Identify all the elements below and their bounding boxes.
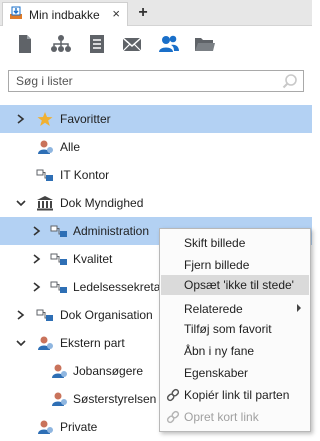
person-icon (50, 391, 68, 407)
person-icon (36, 419, 54, 435)
menu-item-egenskaber[interactable]: Egenskaber (161, 363, 309, 383)
collapse-chevron-icon[interactable] (14, 329, 28, 357)
menu-item-kopier-link[interactable]: Kopiér link til parten (161, 385, 309, 405)
tree-item-alle[interactable]: Alle (0, 133, 312, 161)
building-icon (36, 195, 54, 211)
person-icon (36, 139, 54, 155)
tree-item-label: Jobansøgere (73, 364, 144, 378)
tree-item-favoritter[interactable]: Favoritter (0, 105, 312, 133)
tab-min-indbakke[interactable]: Min indbakke × (2, 2, 128, 26)
unit-icon (36, 167, 54, 183)
tree-item-label: Kvalitet (73, 252, 113, 266)
menu-item-label: Åbn i ny fane (184, 344, 255, 358)
tree-item-label: Administration (73, 224, 150, 238)
document-icon[interactable] (16, 34, 36, 56)
star-icon (36, 111, 54, 127)
mail-icon[interactable] (122, 34, 142, 56)
tree-item-label: Private (60, 420, 98, 434)
menu-item-relaterede[interactable]: Relaterede (161, 299, 309, 319)
menu-item-label: Opret kort link (184, 410, 259, 424)
menu-item-label: Kopiér link til parten (184, 388, 290, 402)
tree-item-it-kontor[interactable]: IT Kontor (0, 161, 312, 189)
submenu-arrow-icon (297, 304, 301, 312)
person-icon (36, 335, 54, 351)
tree-item-label: Alle (60, 140, 81, 154)
folder-icon[interactable] (194, 34, 215, 56)
search-icon[interactable] (282, 73, 298, 92)
menu-item-tilfoj-som-favorit[interactable]: Tilføj som favorit (161, 319, 309, 339)
person-icon (50, 363, 68, 379)
tree-item-label: Dok Myndighed (60, 196, 144, 210)
menu-item-opsaet-ikke-til-stede[interactable]: Opsæt 'ikke til stede' (161, 275, 309, 295)
tree-item-label: Ekstern part (60, 336, 125, 350)
collapse-chevron-icon[interactable] (14, 189, 28, 217)
menu-item-skift-billede[interactable]: Skift billede (161, 233, 309, 253)
tree-item-dok-myndighed[interactable]: Dok Myndighed (0, 189, 312, 217)
menu-item-label: Egenskaber (184, 366, 249, 380)
link-icon (166, 388, 180, 405)
list-icon[interactable] (88, 34, 108, 56)
menu-item-fjern-billede[interactable]: Fjern billede (161, 255, 309, 275)
add-tab-button[interactable]: + (134, 2, 152, 24)
expand-chevron-icon[interactable] (30, 245, 44, 273)
context-menu: Skift billede Fjern billede Opsæt 'ikke … (159, 228, 311, 432)
toolbar (0, 26, 312, 88)
tree-item-label: Søsterstyrelsen (73, 392, 157, 406)
tree-item-label: Dok Organisation (60, 308, 153, 322)
expand-chevron-icon[interactable] (30, 273, 44, 301)
tab-bar: Min indbakke × + (0, 0, 312, 26)
inbox-icon (9, 6, 23, 23)
menu-item-label: Relaterede (184, 302, 243, 316)
unit-icon (50, 279, 68, 295)
unit-icon (50, 223, 68, 239)
expand-chevron-icon[interactable] (30, 217, 44, 245)
tab-label: Min indbakke (29, 7, 100, 22)
menu-item-opret-kort-link: Opret kort link (161, 407, 309, 427)
menu-item-label: Skift billede (184, 236, 246, 250)
unit-icon (50, 251, 68, 267)
unit-icon (36, 307, 54, 323)
search-input[interactable] (9, 71, 279, 91)
menu-item-label: Fjern billede (184, 258, 250, 272)
people-icon[interactable] (158, 34, 179, 56)
expand-chevron-icon[interactable] (14, 105, 28, 133)
menu-item-label: Tilføj som favorit (184, 322, 272, 336)
tree-item-label: IT Kontor (60, 168, 110, 182)
close-icon[interactable]: × (112, 6, 120, 21)
tree-item-label: Ledelsessekretar (73, 280, 165, 294)
menu-item-label: Opsæt 'ikke til stede' (184, 278, 294, 292)
org-chart-icon[interactable] (50, 34, 71, 56)
search-box (8, 70, 304, 92)
expand-chevron-icon[interactable] (14, 301, 28, 329)
tree-item-label: Favoritter (60, 112, 111, 126)
menu-item-abn-i-ny-fane[interactable]: Åbn i ny fane (161, 341, 309, 361)
link-icon (166, 410, 180, 427)
